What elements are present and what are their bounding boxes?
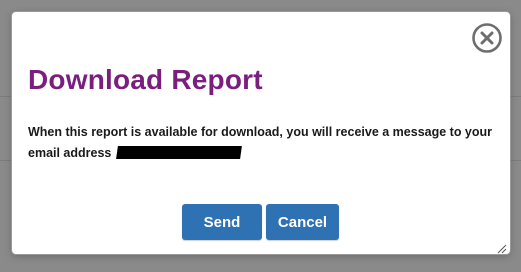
dialog-message: When this report is available for downlo… <box>28 122 498 164</box>
close-circle-icon <box>472 23 502 53</box>
redacted-email <box>115 146 242 159</box>
send-button[interactable]: Send <box>182 204 262 240</box>
dialog-title: Download Report <box>28 64 263 95</box>
dialog-message-text: When this report is available for downlo… <box>28 125 493 160</box>
cancel-button[interactable]: Cancel <box>266 204 339 240</box>
close-button[interactable] <box>472 23 502 53</box>
resize-grip-icon[interactable] <box>497 241 507 254</box>
download-report-dialog: Download Report When this report is avai… <box>12 12 510 254</box>
